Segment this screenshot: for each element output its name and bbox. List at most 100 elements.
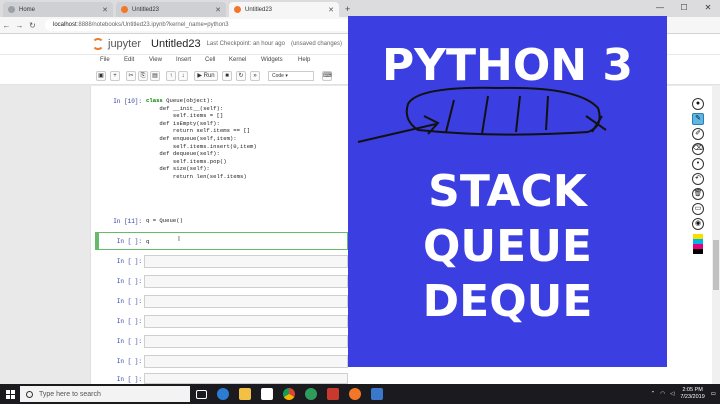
cortana-icon	[26, 390, 33, 398]
highlighter-icon[interactable]: ✐	[692, 128, 704, 140]
empty-cell-input[interactable]	[144, 295, 348, 308]
taskbar-search-box[interactable]: Type here to search	[20, 386, 190, 402]
start-button[interactable]	[0, 384, 20, 404]
stop-icon[interactable]: ■	[222, 71, 232, 81]
new-tab-button[interactable]: +	[345, 2, 350, 17]
empty-cell-input[interactable]	[144, 355, 348, 368]
empty-cell-input[interactable]	[144, 255, 348, 268]
cell-type-select[interactable]: Code ▾	[268, 71, 314, 81]
empty-cell-input[interactable]	[144, 335, 348, 348]
cell-3-prompt: In [ ]:	[116, 238, 142, 245]
reload-icon[interactable]: ↻	[26, 21, 39, 30]
menu-insert[interactable]: Insert	[176, 57, 191, 63]
cut-icon[interactable]: ✂	[126, 71, 136, 81]
text-cursor-icon: I	[178, 236, 180, 243]
restart-icon[interactable]: ↻	[236, 71, 246, 81]
jupyter-brand[interactable]: jupyter	[108, 38, 141, 50]
menu-kernel[interactable]: Kernel	[229, 57, 246, 63]
file-explorer-icon[interactable]	[234, 384, 256, 404]
network-icon[interactable]: ◠	[660, 391, 665, 397]
windows-logo-icon	[5, 389, 15, 399]
store-icon[interactable]	[256, 384, 278, 404]
close-tab-icon[interactable]: ✕	[215, 6, 221, 14]
move-up-icon[interactable]: ↑	[166, 71, 176, 81]
menu-file[interactable]: File	[100, 57, 110, 63]
app-icon-blue[interactable]	[366, 384, 388, 404]
menu-edit[interactable]: Edit	[124, 57, 134, 63]
app-icon-orange[interactable]	[344, 384, 366, 404]
undo-icon[interactable]: ↶	[692, 173, 704, 185]
close-tab-icon[interactable]: ✕	[102, 6, 108, 14]
browser-tab-untitled23-active[interactable]: Untitled23 ✕	[229, 2, 339, 17]
whiteboard-icon[interactable]: ▭	[692, 203, 704, 215]
cell-3-code[interactable]: q	[146, 238, 149, 246]
chrome-icon[interactable]	[278, 384, 300, 404]
page-scrollbar[interactable]	[712, 85, 720, 385]
slide-queue: QUEUE	[423, 221, 592, 272]
task-view-icon[interactable]	[190, 384, 212, 404]
delete-icon[interactable]: 🗑	[692, 188, 704, 200]
browser-tab-untitled23[interactable]: Untitled23 ✕	[116, 2, 226, 17]
camera-icon[interactable]: ◉	[692, 218, 704, 230]
color-palette[interactable]	[693, 234, 703, 254]
empty-cell-prompt: In [ ]:	[116, 258, 142, 265]
forward-arrow-icon[interactable]: →	[13, 21, 26, 30]
jupyter-logo-icon[interactable]	[92, 38, 104, 50]
jupyter-favicon-icon	[234, 6, 241, 13]
empty-cell-input[interactable]	[144, 373, 348, 384]
move-down-icon[interactable]: ↓	[178, 71, 188, 81]
pointer-icon[interactable]: •	[692, 158, 704, 170]
app-icon-green[interactable]	[300, 384, 322, 404]
pen-icon[interactable]: ✎	[692, 113, 704, 125]
menu-view[interactable]: View	[149, 57, 162, 63]
empty-cell-prompt: In [ ]:	[116, 376, 142, 383]
empty-cell-prompt: In [ ]:	[116, 278, 142, 285]
keyboard-icon[interactable]: ⌨	[322, 71, 332, 81]
cell-1-code[interactable]: class Queue(object): def __init__(self):…	[146, 97, 257, 181]
scrollbar-thumb[interactable]	[713, 240, 719, 290]
unsaved-status: (unsaved changes)	[290, 41, 343, 47]
run-button[interactable]: ▶ Run	[194, 71, 218, 81]
close-window-button[interactable]: ✕	[696, 0, 720, 17]
annotation-toolbar: ● ✎ ✐ ⌫ • ↶ 🗑 ▭ ◉	[690, 96, 706, 276]
save-icon[interactable]: ▣	[96, 71, 106, 81]
slide-deque: DEQUE	[422, 276, 593, 327]
edge-icon[interactable]	[212, 384, 234, 404]
title-slide-overlay: PYTHON 3 STACK QUEUE DEQUE	[348, 16, 667, 367]
paste-icon[interactable]: ▤	[150, 71, 160, 81]
menu-cell[interactable]: Cell	[205, 57, 215, 63]
home-favicon-icon	[8, 6, 15, 13]
menu-widgets[interactable]: Widgets	[261, 57, 283, 63]
app-icon-red[interactable]	[322, 384, 344, 404]
empty-cell-prompt: In [ ]:	[116, 358, 142, 365]
window-controls: — ☐ ✕	[648, 0, 720, 17]
notifications-icon[interactable]: ▭	[711, 391, 716, 397]
menu-help[interactable]: Help	[298, 57, 310, 63]
empty-cell-input[interactable]	[144, 275, 348, 288]
back-arrow-icon[interactable]: ←	[0, 21, 13, 30]
tray-chevron-icon[interactable]: ⌃	[651, 391, 656, 397]
system-tray: ⌃ ◠ ◁ 2:05 PM 7/23/2019 ▭	[651, 384, 716, 404]
jupyter-favicon-icon	[121, 6, 128, 13]
taskbar-clock[interactable]: 2:05 PM 7/23/2019	[680, 387, 704, 401]
checkpoint-status: Last Checkpoint: an hour ago	[206, 41, 285, 47]
empty-cell-prompt: In [ ]:	[116, 298, 142, 305]
windows-taskbar: Type here to search ⌃ ◠ ◁ 2:05 PM 7/23/2…	[0, 384, 720, 404]
browser-tab-bar: Home ✕ Untitled23 ✕ Untitled23 ✕ + — ☐ ✕	[0, 0, 720, 17]
cell-2-prompt: In [11]:	[113, 218, 142, 225]
marker-icon[interactable]: ●	[692, 98, 704, 110]
maximize-button[interactable]: ☐	[672, 0, 696, 17]
volume-icon[interactable]: ◁	[670, 391, 674, 397]
notebook-title[interactable]: Untitled23	[151, 38, 201, 50]
minimize-button[interactable]: —	[648, 0, 672, 17]
browser-tab-home[interactable]: Home ✕	[3, 2, 113, 17]
fast-forward-icon[interactable]: »	[250, 71, 260, 81]
copy-icon[interactable]: ⎘	[138, 71, 148, 81]
empty-cell-prompt: In [ ]:	[116, 318, 142, 325]
cell-1-prompt: In [10]:	[113, 98, 142, 105]
empty-cell-input[interactable]	[144, 315, 348, 328]
eraser-icon[interactable]: ⌫	[692, 143, 704, 155]
add-cell-icon[interactable]: +	[110, 71, 120, 81]
close-tab-icon[interactable]: ✕	[328, 6, 334, 14]
cell-2-code[interactable]: q = Queue()	[146, 217, 183, 225]
